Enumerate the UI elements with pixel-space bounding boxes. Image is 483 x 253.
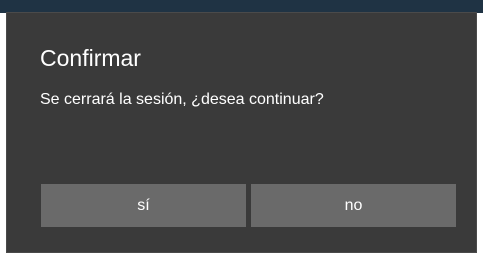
confirm-dialog: Confirmar Se cerrará la sesión, ¿desea c…: [6, 12, 477, 253]
no-button[interactable]: no: [251, 184, 456, 227]
yes-button[interactable]: sí: [41, 184, 246, 227]
dialog-message: Se cerrará la sesión, ¿desea continuar?: [40, 91, 324, 108]
dialog-title: Confirmar: [40, 45, 141, 71]
